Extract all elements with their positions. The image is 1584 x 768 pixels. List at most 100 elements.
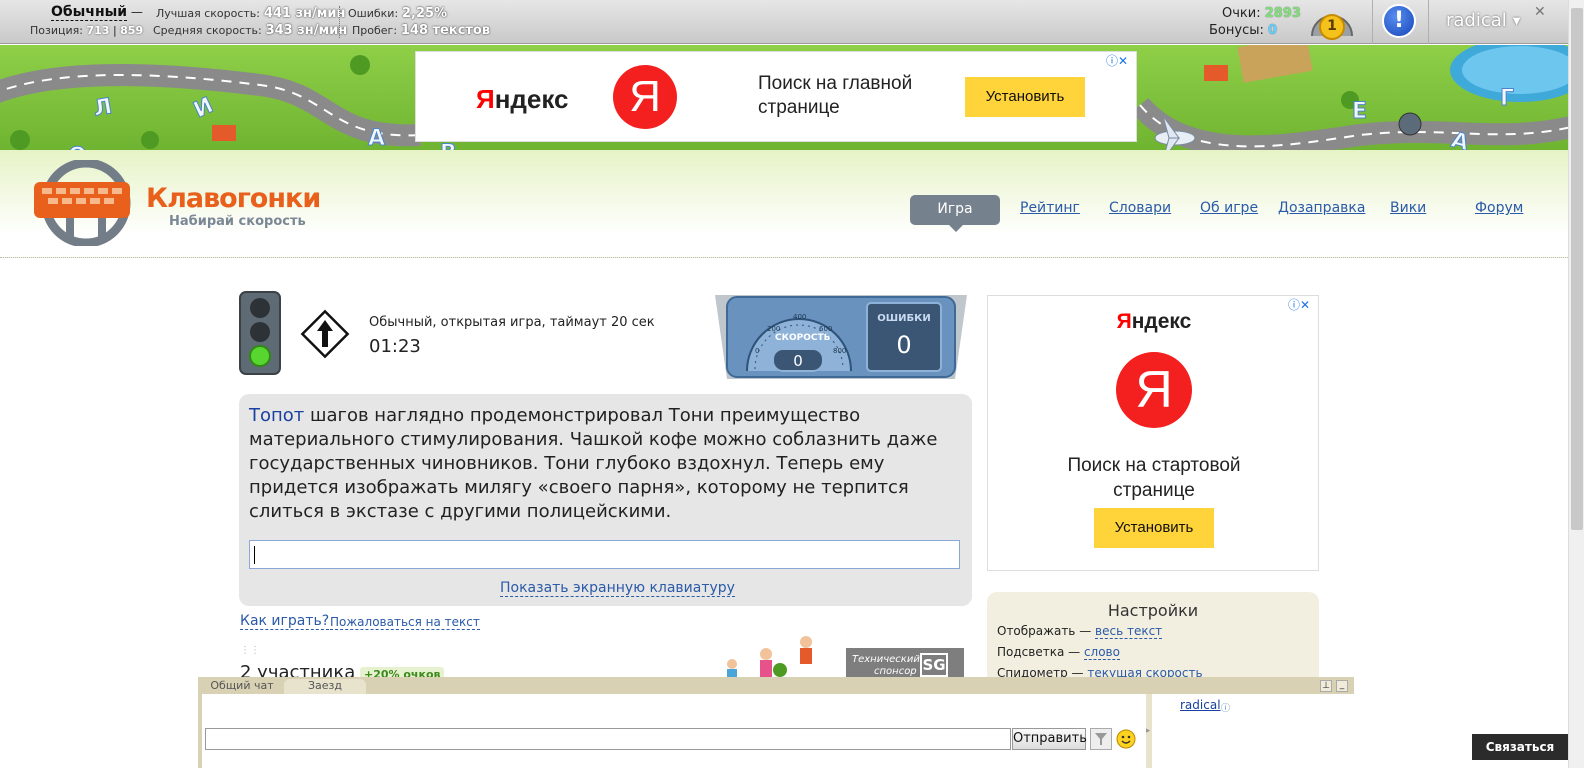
chat-send-button[interactable]: Отправить (1012, 728, 1087, 750)
yandex-logo: Яндекс (476, 84, 569, 115)
mode-selector[interactable]: Обычный — (51, 4, 143, 21)
dial-tick-label: 800 (833, 347, 846, 355)
position-total-link[interactable]: 859 (120, 24, 143, 37)
nav-refuel[interactable]: Дозаправка (1278, 200, 1365, 216)
dial-tick-label: 400 (793, 313, 806, 321)
complain-link[interactable]: Пожаловаться на текст (330, 615, 480, 630)
mode-dash: — (130, 5, 143, 19)
close-icon[interactable]: ✕ (1534, 4, 1546, 20)
best-speed: Лучшая скорость: 441 зн/мин (156, 6, 345, 21)
smiley-icon[interactable] (1115, 728, 1137, 750)
track-letter: В (440, 141, 457, 150)
track-letter: Г (1500, 86, 1514, 111)
dial-tick-label: 600 (819, 325, 832, 333)
dashboard-panel: 0 200 400 600 800 СКОРОСТЬ 0 ОШИБКИ 0 (715, 291, 967, 381)
setting-label: Отображать — (997, 624, 1096, 638)
position-info: Позиция: 713 | 859 (30, 24, 143, 37)
best-speed-value: 441 зн/мин (263, 6, 346, 21)
setting-value-link[interactable]: весь текст (1095, 624, 1163, 639)
setting-value-link[interactable]: слово (1083, 645, 1120, 660)
setting-highlight: Подсветка — слово (997, 645, 1120, 660)
speed-value: 0 (793, 352, 803, 370)
topbar-divider (1372, 0, 1373, 44)
position-link[interactable]: 713 (86, 24, 109, 37)
position-separator: | (112, 24, 117, 37)
username[interactable]: radical (1446, 10, 1507, 31)
chat-input[interactable] (205, 728, 1011, 750)
points-stat: Очки: 2893 (1222, 6, 1301, 21)
errors-panel-value: 0 (896, 331, 912, 359)
side-yandex-logo-first: Я (1116, 310, 1132, 333)
track-letter: И (190, 93, 217, 123)
errors-label: Ошибки: (348, 7, 399, 20)
minimize-icon[interactable]: _ (1336, 680, 1348, 692)
best-speed-label: Лучшая скорость: (156, 7, 260, 20)
nav-forum[interactable]: Форум (1475, 200, 1523, 216)
top-status-bar: Обычный — Позиция: 713 | 859 Лучшая скор… (0, 0, 1568, 44)
caret-down-icon: ▼ (1512, 15, 1521, 27)
nav-game-tab[interactable]: Игра (910, 195, 1000, 232)
level-badge[interactable]: 1 (1308, 4, 1356, 40)
typing-text: Топот шагов наглядно продемонстрировал Т… (249, 404, 964, 524)
level-number: 1 (1327, 18, 1337, 34)
filter-icon[interactable] (1090, 728, 1112, 750)
bonus-stat: Бонусы: 0 (1209, 23, 1277, 38)
mode-name[interactable]: Обычный (51, 4, 128, 21)
yandex-logo-first: Я (476, 84, 495, 114)
side-ad-info-icon[interactable]: ⓘ✕ (1288, 296, 1310, 313)
side-install-button[interactable]: Установить (1094, 508, 1214, 548)
sponsor-logo: SG (920, 653, 948, 677)
dial-tick-label: 200 (767, 325, 780, 333)
drag-handle-icon[interactable]: ⋮⋮ (240, 645, 260, 656)
scroll-thumb[interactable] (1571, 8, 1583, 530)
show-keyboard-link[interactable]: Показать экранную клавиатуру (500, 580, 735, 597)
logo-subtitle: Набирай скорость (169, 214, 306, 229)
bonus-label: Бонусы: (1209, 23, 1264, 38)
page-scrollbar[interactable] (1568, 0, 1584, 768)
notifications-alert-icon[interactable]: ! (1382, 4, 1416, 38)
nav-about[interactable]: Об игре (1200, 200, 1258, 216)
banner-ad-text: Поиск на главной странице (758, 73, 913, 118)
ad-info-icon[interactable]: ⓘ✕ (1106, 52, 1128, 69)
user-menu[interactable]: radical ▼ (1446, 10, 1521, 31)
track-letter: Е (1352, 99, 1367, 124)
typing-input[interactable] (249, 540, 960, 569)
logo-title[interactable]: Клавогонки (146, 183, 321, 214)
mileage-stat: Пробег: 148 текстов (352, 23, 490, 38)
steering-wheel-keyboard-logo-icon[interactable] (30, 160, 140, 246)
avg-speed-label: Средняя скорость: (153, 24, 262, 37)
nav-dictionaries[interactable]: Словари (1109, 200, 1171, 216)
nav-wiki[interactable]: Вики (1390, 200, 1426, 216)
tab-general-chat[interactable]: Общий чат (202, 679, 282, 694)
side-ad-text: Поиск на стартовой странице (1067, 455, 1241, 501)
side-yandex-logo-rest: ндекс (1131, 310, 1192, 333)
text-cursor (254, 546, 255, 564)
direction-sign-icon (300, 309, 350, 359)
how-to-play-link[interactable]: Как играть? (240, 613, 330, 630)
mileage-value: 148 текстов (400, 23, 491, 38)
track-letter: Л (92, 94, 114, 122)
side-ad[interactable]: Яндекс Я Поиск на стартовой странице Уст… (987, 295, 1319, 571)
banner-ad[interactable]: Яндекс Я Поиск на главной странице Устан… (415, 51, 1137, 142)
remaining-text: шагов наглядно продемонстрировал Тони пр… (249, 405, 938, 522)
current-word: Топот (249, 405, 305, 426)
points-value: 2893 (1264, 6, 1301, 21)
side-yandex-circle-icon: Я (1116, 352, 1192, 428)
dial-tick-label: 0 (755, 347, 759, 355)
tab-race-chat[interactable]: Заезд (284, 679, 366, 694)
game-banner: О И К Л А В О Е А Г Яндекс Я Поиск на гл… (0, 45, 1568, 150)
contact-button[interactable]: Связаться (1472, 734, 1568, 760)
errors-value: 2,25% (401, 6, 448, 21)
stats-divider (339, 6, 340, 38)
traffic-light-icon (239, 291, 281, 375)
tech-sponsor-badge[interactable]: Технический спонсор SG (846, 648, 964, 680)
errors-panel-label: ОШИБКИ (877, 313, 931, 324)
nav-rating[interactable]: Рейтинг (1020, 200, 1080, 216)
pin-icon[interactable]: ⊥ (1320, 680, 1332, 692)
chat-user-link[interactable]: radical (1180, 698, 1221, 712)
topbar-divider (1428, 0, 1429, 44)
banner-install-button[interactable]: Установить (965, 77, 1085, 117)
user-info-icon[interactable]: ⓘ (1221, 701, 1230, 714)
side-yandex-logo: Яндекс (988, 310, 1320, 334)
sponsor-line1: Технический (852, 654, 920, 665)
